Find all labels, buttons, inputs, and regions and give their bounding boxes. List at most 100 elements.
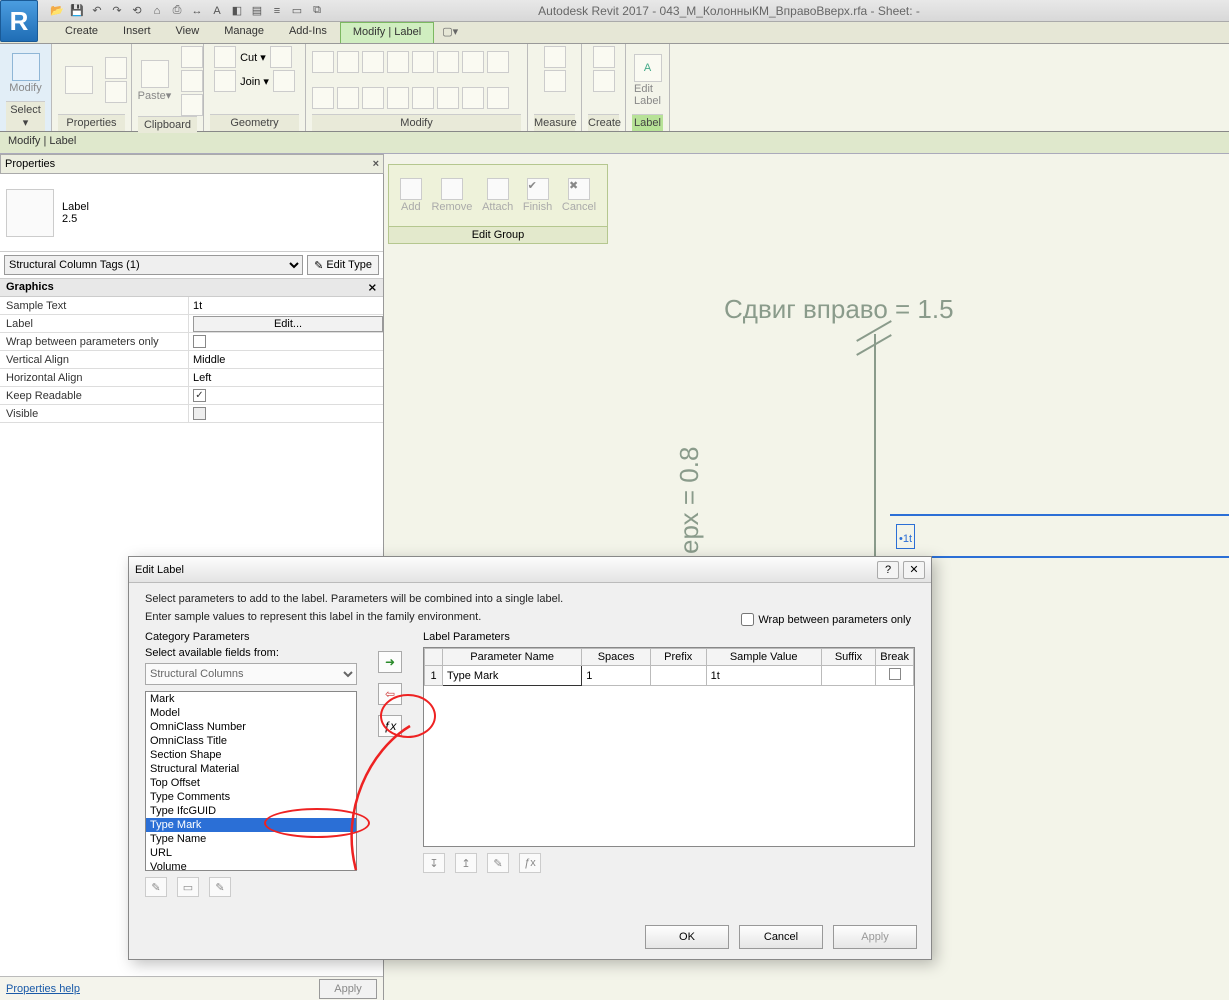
tab-modify-label[interactable]: Modify | Label [340, 22, 434, 43]
offset-icon[interactable] [337, 51, 359, 73]
qat-switch-icon[interactable]: ⧉ [308, 2, 326, 20]
param-list[interactable]: Mark Model OmniClass Number OmniClass Ti… [145, 691, 357, 871]
copy-icon[interactable] [437, 51, 459, 73]
join-geo-icon[interactable] [214, 70, 236, 92]
edit-row-icon[interactable]: ✎ [487, 853, 509, 873]
qat-close-icon[interactable]: ▭ [288, 2, 306, 20]
param-ifcguid[interactable]: Type IfcGUID [146, 804, 356, 818]
mirror-draw-icon[interactable] [387, 51, 409, 73]
move-up-icon[interactable]: ↧ [423, 853, 445, 873]
prop-halign-value[interactable]: Left [188, 369, 383, 386]
eg-remove-button[interactable]: Remove [431, 178, 472, 213]
type-props-icon[interactable] [105, 57, 127, 79]
param-typename[interactable]: Type Name [146, 832, 356, 846]
prop-label-edit-button[interactable]: Edit... [193, 316, 383, 332]
tab-create[interactable]: Create [53, 22, 111, 43]
app-menu-button[interactable]: R [0, 0, 38, 42]
fields-combo[interactable]: Structural Columns [145, 663, 357, 685]
param-typecomments[interactable]: Type Comments [146, 790, 356, 804]
align-icon[interactable] [312, 51, 334, 73]
measure-icon[interactable] [544, 46, 566, 68]
dialog-titlebar[interactable]: Edit Label ? ✕ [129, 557, 931, 583]
edit-type-button[interactable]: ✎Edit Type [307, 255, 379, 275]
tab-ext-icon[interactable]: ▢▾ [434, 22, 466, 43]
tab-insert[interactable]: Insert [111, 22, 164, 43]
param-model[interactable]: Model [146, 706, 356, 720]
table-row[interactable]: 1 Type Mark 1 1t [425, 666, 914, 686]
rotate-icon[interactable] [462, 51, 484, 73]
eg-finish-button[interactable]: ✔Finish [523, 178, 552, 213]
tab-addins[interactable]: Add-Ins [277, 22, 340, 43]
tab-view[interactable]: View [164, 22, 213, 43]
match-type-icon[interactable] [181, 46, 203, 68]
group-graphics[interactable]: Graphics⨯ [0, 279, 383, 297]
cope-icon[interactable] [270, 46, 292, 68]
clip-copy-icon[interactable] [181, 70, 203, 92]
create-group-icon[interactable] [593, 46, 615, 68]
properties-apply-button[interactable]: Apply [319, 979, 377, 999]
move-icon[interactable] [412, 51, 434, 73]
cell-paramname[interactable]: Type Mark [443, 666, 582, 686]
param-section[interactable]: Section Shape [146, 748, 356, 762]
qat-home-icon[interactable]: ⌂ [148, 2, 166, 20]
cut-geo-icon[interactable] [214, 46, 236, 68]
move-down-icon[interactable]: ↥ [455, 853, 477, 873]
label-params-table[interactable]: Parameter Name Spaces Prefix Sample Valu… [424, 648, 914, 686]
param-volume[interactable]: Volume [146, 860, 356, 871]
add-param-button[interactable]: ➜ [378, 651, 402, 673]
split-el-icon[interactable] [312, 87, 334, 109]
qat-section-icon[interactable]: ▤ [248, 2, 266, 20]
wrap-params-checkbox[interactable] [741, 613, 754, 626]
param-mark[interactable]: Mark [146, 692, 356, 706]
prop-wrap-checkbox[interactable] [193, 335, 206, 348]
qat-print-icon[interactable]: ⎙ [168, 2, 186, 20]
remove-param-button[interactable]: ⇦ [378, 683, 402, 705]
qat-open-icon[interactable]: 📂 [48, 2, 66, 20]
mirror-axis-icon[interactable] [362, 51, 384, 73]
qat-redo-icon[interactable]: ↷ [108, 2, 126, 20]
panel-name-select[interactable]: Select ▾ [6, 101, 45, 131]
modify-tool-button[interactable]: Modify [4, 53, 48, 94]
trim-icon[interactable] [487, 51, 509, 73]
eg-attach-button[interactable]: Attach [482, 178, 513, 213]
dim-tool-icon[interactable] [544, 70, 566, 92]
qat-dim-icon[interactable]: ↔ [188, 2, 206, 20]
family-types-icon[interactable] [105, 81, 127, 103]
del-param-icon[interactable]: ✎ [209, 877, 231, 897]
trim-ext-icon[interactable] [462, 87, 484, 109]
param-omninum[interactable]: OmniClass Number [146, 720, 356, 734]
qat-thin-icon[interactable]: ≡ [268, 2, 286, 20]
split-icon[interactable] [273, 70, 295, 92]
edit-param-icon[interactable]: ▭ [177, 877, 199, 897]
param-material[interactable]: Structural Material [146, 762, 356, 776]
eg-add-button[interactable]: Add [400, 178, 422, 213]
cell-break[interactable] [876, 666, 914, 686]
create-similar-icon[interactable] [593, 70, 615, 92]
unpin-icon[interactable] [412, 87, 434, 109]
qat-undo-icon[interactable]: ↶ [88, 2, 106, 20]
eg-cancel-button[interactable]: ✖Cancel [562, 178, 596, 213]
qat-save-icon[interactable]: 💾 [68, 2, 86, 20]
instance-filter[interactable]: Structural Column Tags (1) [4, 255, 303, 275]
cell-suffix[interactable] [821, 666, 876, 686]
scale-icon[interactable] [362, 87, 384, 109]
dialog-help-icon[interactable]: ? [877, 561, 899, 579]
ok-button[interactable]: OK [645, 925, 729, 949]
edit-label-button[interactable]: AEditLabel [626, 54, 670, 107]
properties-close-icon[interactable]: × [373, 158, 379, 170]
qat-sync-icon[interactable]: ⟲ [128, 2, 146, 20]
array-icon[interactable] [337, 87, 359, 109]
cancel-button[interactable]: Cancel [739, 925, 823, 949]
clip-cut-icon[interactable] [181, 94, 203, 116]
param-typemark[interactable]: Type Mark [146, 818, 356, 832]
param-url[interactable]: URL [146, 846, 356, 860]
param-omnititle[interactable]: OmniClass Title [146, 734, 356, 748]
prop-keep-readable-checkbox[interactable]: ✓ [193, 389, 206, 402]
fx-row-icon[interactable]: ƒx [519, 853, 541, 873]
cell-spaces[interactable]: 1 [582, 666, 651, 686]
cell-sample[interactable]: 1t [706, 666, 821, 686]
prop-valign-value[interactable]: Middle [188, 351, 383, 368]
properties-button[interactable] [57, 66, 101, 94]
dialog-close-icon[interactable]: ✕ [903, 561, 925, 579]
properties-help-link[interactable]: Properties help [6, 983, 80, 995]
